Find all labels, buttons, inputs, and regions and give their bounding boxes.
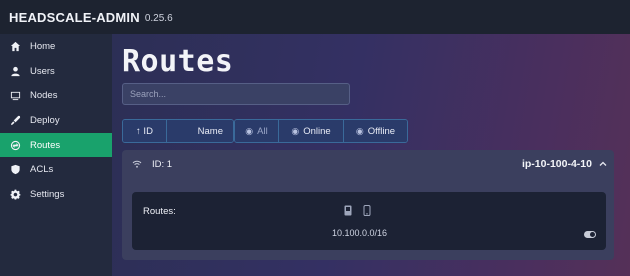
- sidebar-item-users[interactable]: Users: [0, 59, 112, 84]
- filter-button-group: ◉ All ◉ Online ◉ Offline: [234, 119, 408, 143]
- sidebar-item-settings[interactable]: Settings: [0, 182, 112, 207]
- search-input[interactable]: [122, 83, 350, 105]
- filter-offline-label: Offline: [367, 125, 396, 137]
- sidebar: Home Users Nodes Deploy Routes ACLs Sett…: [0, 34, 112, 276]
- filter-online-label: Online: [303, 125, 331, 137]
- sidebar-item-routes[interactable]: Routes: [0, 132, 112, 158]
- routes-label: Routes:: [143, 206, 176, 217]
- filter-all-label: All: [257, 125, 268, 137]
- user-icon: [9, 65, 21, 77]
- routes-panel: Routes: 10.100.0.0/16: [132, 192, 606, 250]
- main-content: Routes ↑ ID Name ◉ All ◉ Online ◉ Offlin…: [112, 34, 630, 276]
- sort-by-id-button[interactable]: ↑ ID: [123, 120, 167, 142]
- sidebar-item-home[interactable]: Home: [0, 34, 112, 59]
- route-cidr: 10.100.0.0/16: [332, 228, 388, 238]
- route-id: ID: 1: [152, 159, 173, 170]
- sidebar-item-label: Routes: [30, 139, 61, 151]
- gear-icon: [9, 188, 21, 200]
- filter-all-button[interactable]: ◉ All: [235, 120, 279, 142]
- routes-icon: [9, 139, 21, 151]
- deploy-icon: [9, 114, 21, 126]
- sidebar-item-acls[interactable]: ACLs: [0, 157, 112, 182]
- server-icon: [344, 205, 352, 216]
- sidebar-item-label: ACLs: [30, 164, 54, 176]
- wifi-icon: ◉: [355, 125, 364, 136]
- sidebar-item-label: Users: [30, 65, 55, 77]
- sort-by-name-button[interactable]: Name: [167, 120, 233, 142]
- phone-icon: [363, 205, 371, 216]
- shield-icon: [9, 164, 21, 176]
- page-title: Routes: [122, 44, 234, 79]
- wifi-icon: ◉: [245, 125, 254, 136]
- sidebar-item-label: Settings: [30, 188, 65, 200]
- sidebar-item-label: Nodes: [30, 90, 58, 102]
- wifi-icon: [132, 160, 142, 168]
- app-version: 0.25.6: [144, 12, 173, 24]
- sidebar-item-label: Home: [30, 40, 56, 52]
- top-bar: HEADSCALE-ADMIN 0.25.6: [0, 0, 630, 34]
- home-icon: [9, 40, 21, 52]
- nodes-icon: [9, 90, 21, 102]
- sidebar-item-deploy[interactable]: Deploy: [0, 108, 112, 133]
- chevron-up-icon[interactable]: [598, 159, 608, 169]
- sidebar-item-label: Deploy: [30, 114, 60, 126]
- filter-offline-button[interactable]: ◉ Offline: [344, 120, 407, 142]
- sort-button-group: ↑ ID Name: [122, 119, 234, 143]
- filter-online-button[interactable]: ◉ Online: [279, 120, 344, 142]
- route-card-header[interactable]: ID: 1 ip-10-100-4-10: [122, 150, 614, 178]
- route-hostname: ip-10-100-4-10: [521, 158, 592, 170]
- sidebar-item-nodes[interactable]: Nodes: [0, 83, 112, 108]
- route-card: ID: 1 ip-10-100-4-10 Routes: 10.100.0.0/…: [122, 150, 614, 260]
- app-name: HEADSCALE-ADMIN: [9, 9, 140, 25]
- wifi-icon: ◉: [291, 125, 300, 136]
- route-enable-toggle[interactable]: [584, 231, 596, 238]
